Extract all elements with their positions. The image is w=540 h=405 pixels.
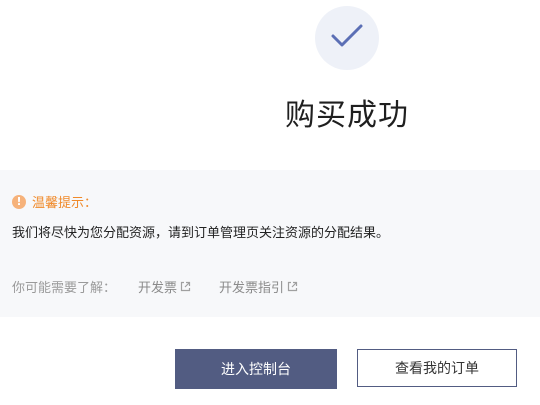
external-link-icon [287, 281, 298, 292]
invoice-link[interactable]: 开发票 [138, 277, 191, 296]
success-badge [315, 6, 379, 70]
enter-console-button[interactable]: 进入控制台 [175, 349, 337, 389]
invoice-link-label: 开发票 [138, 281, 178, 296]
tip-title: 温馨提示： [32, 196, 98, 211]
related-links-label: 你可能需要了解： [12, 281, 117, 296]
external-link-icon [180, 281, 191, 292]
related-links: 你可能需要了解： 开发票 开发票指引 [12, 277, 326, 296]
page-title: 购买成功 [285, 98, 409, 133]
checkmark-icon [330, 23, 364, 53]
invoice-guide-link-label: 开发票指引 [219, 281, 285, 296]
purchase-success-page: 购买成功 ! 温馨提示： 我们将尽快为您分配资源，请到订单管理页关注资源的分配结… [0, 0, 540, 405]
view-orders-button[interactable]: 查看我的订单 [357, 349, 517, 387]
notice-panel: ! 温馨提示： 我们将尽快为您分配资源，请到订单管理页关注资源的分配结果。 你可… [0, 170, 540, 317]
tip-text: 我们将尽快为您分配资源，请到订单管理页关注资源的分配结果。 [12, 226, 390, 241]
invoice-guide-link[interactable]: 开发票指引 [219, 277, 298, 296]
warning-icon: ! [12, 194, 26, 209]
tip-header: ! 温馨提示： [12, 192, 97, 211]
